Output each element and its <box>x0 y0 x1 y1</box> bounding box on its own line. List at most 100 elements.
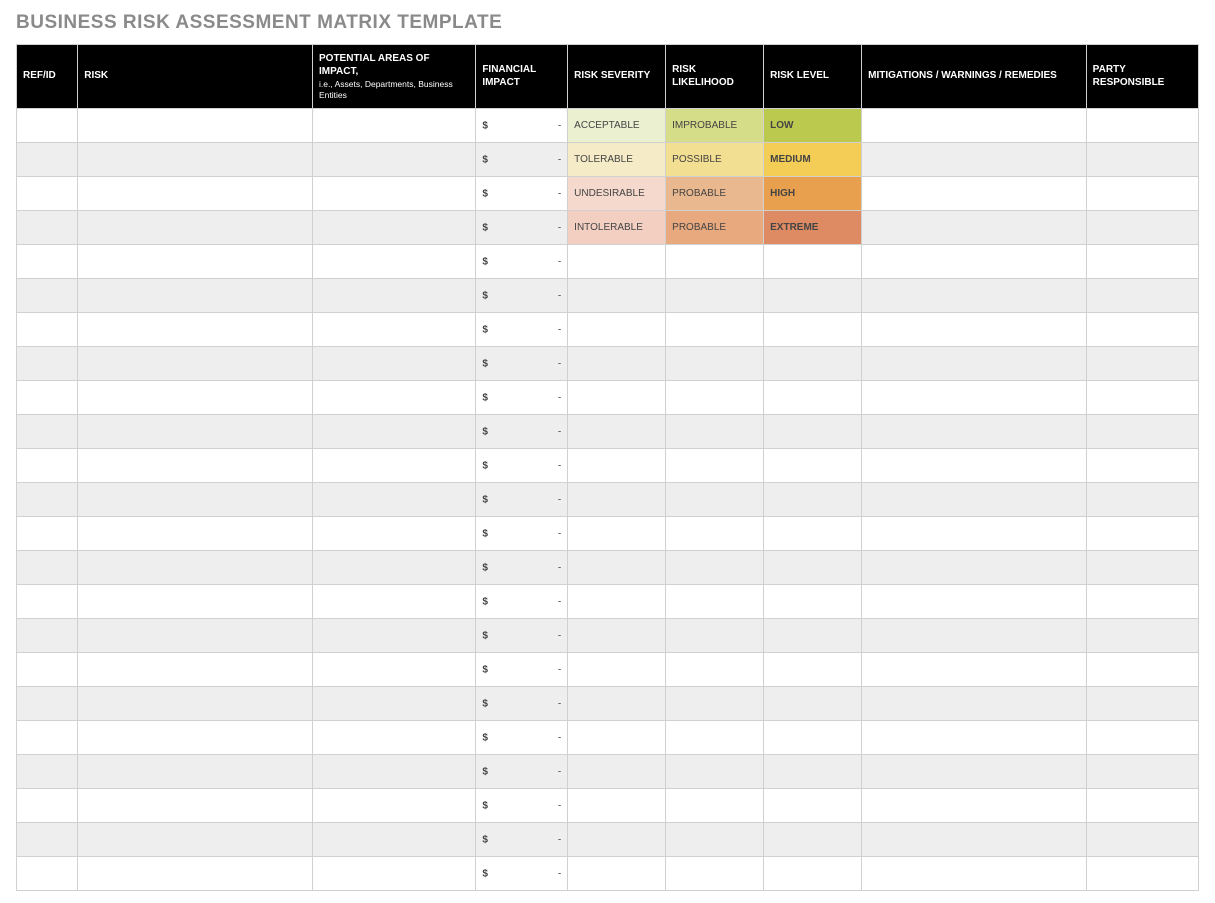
cell-risk[interactable] <box>78 551 313 585</box>
cell-financial[interactable]: $- <box>476 313 568 347</box>
cell-ref[interactable] <box>17 755 78 789</box>
cell-severity[interactable] <box>568 857 666 891</box>
cell-likelihood[interactable] <box>666 857 764 891</box>
cell-risk[interactable] <box>78 619 313 653</box>
cell-impact-area[interactable] <box>313 517 476 551</box>
cell-mitigations[interactable] <box>862 551 1087 585</box>
cell-mitigations[interactable] <box>862 109 1087 143</box>
cell-mitigations[interactable] <box>862 415 1087 449</box>
cell-likelihood[interactable] <box>666 313 764 347</box>
cell-risk[interactable] <box>78 381 313 415</box>
cell-level[interactable] <box>764 313 862 347</box>
cell-impact-area[interactable] <box>313 619 476 653</box>
cell-impact-area[interactable] <box>313 449 476 483</box>
cell-party[interactable] <box>1086 653 1198 687</box>
cell-level[interactable] <box>764 517 862 551</box>
cell-ref[interactable] <box>17 721 78 755</box>
cell-mitigations[interactable] <box>862 585 1087 619</box>
cell-mitigations[interactable] <box>862 381 1087 415</box>
cell-level[interactable] <box>764 483 862 517</box>
cell-ref[interactable] <box>17 211 78 245</box>
cell-financial[interactable]: $- <box>476 415 568 449</box>
cell-severity[interactable] <box>568 517 666 551</box>
cell-risk[interactable] <box>78 245 313 279</box>
cell-impact-area[interactable] <box>313 143 476 177</box>
cell-likelihood[interactable] <box>666 823 764 857</box>
cell-likelihood[interactable] <box>666 721 764 755</box>
cell-severity[interactable] <box>568 653 666 687</box>
cell-party[interactable] <box>1086 483 1198 517</box>
cell-severity[interactable]: UNDESIRABLE <box>568 177 666 211</box>
cell-severity[interactable] <box>568 823 666 857</box>
cell-impact-area[interactable] <box>313 857 476 891</box>
cell-ref[interactable] <box>17 381 78 415</box>
cell-party[interactable] <box>1086 687 1198 721</box>
cell-mitigations[interactable] <box>862 483 1087 517</box>
cell-likelihood[interactable]: PROBABLE <box>666 211 764 245</box>
cell-level[interactable] <box>764 381 862 415</box>
cell-mitigations[interactable] <box>862 449 1087 483</box>
cell-impact-area[interactable] <box>313 109 476 143</box>
cell-party[interactable] <box>1086 755 1198 789</box>
cell-likelihood[interactable] <box>666 789 764 823</box>
cell-level[interactable] <box>764 279 862 313</box>
cell-likelihood[interactable] <box>666 585 764 619</box>
cell-ref[interactable] <box>17 551 78 585</box>
cell-ref[interactable] <box>17 143 78 177</box>
cell-risk[interactable] <box>78 585 313 619</box>
cell-severity[interactable] <box>568 483 666 517</box>
cell-financial[interactable]: $- <box>476 279 568 313</box>
cell-risk[interactable] <box>78 653 313 687</box>
cell-party[interactable] <box>1086 143 1198 177</box>
cell-level[interactable]: HIGH <box>764 177 862 211</box>
cell-party[interactable] <box>1086 347 1198 381</box>
cell-severity[interactable] <box>568 347 666 381</box>
cell-level[interactable] <box>764 551 862 585</box>
cell-impact-area[interactable] <box>313 585 476 619</box>
cell-mitigations[interactable] <box>862 721 1087 755</box>
cell-party[interactable] <box>1086 211 1198 245</box>
cell-risk[interactable] <box>78 415 313 449</box>
cell-likelihood[interactable] <box>666 687 764 721</box>
cell-ref[interactable] <box>17 619 78 653</box>
cell-level[interactable]: MEDIUM <box>764 143 862 177</box>
cell-financial[interactable]: $- <box>476 789 568 823</box>
cell-ref[interactable] <box>17 313 78 347</box>
cell-mitigations[interactable] <box>862 823 1087 857</box>
cell-financial[interactable]: $- <box>476 143 568 177</box>
cell-mitigations[interactable] <box>862 279 1087 313</box>
cell-financial[interactable]: $- <box>476 449 568 483</box>
cell-risk[interactable] <box>78 313 313 347</box>
cell-mitigations[interactable] <box>862 653 1087 687</box>
cell-mitigations[interactable] <box>862 211 1087 245</box>
cell-likelihood[interactable]: IMPROBABLE <box>666 109 764 143</box>
cell-party[interactable] <box>1086 857 1198 891</box>
cell-risk[interactable] <box>78 789 313 823</box>
cell-ref[interactable] <box>17 415 78 449</box>
cell-likelihood[interactable] <box>666 279 764 313</box>
cell-ref[interactable] <box>17 687 78 721</box>
cell-level[interactable] <box>764 857 862 891</box>
cell-severity[interactable] <box>568 245 666 279</box>
cell-level[interactable] <box>764 687 862 721</box>
cell-financial[interactable]: $- <box>476 177 568 211</box>
cell-severity[interactable]: ACCEPTABLE <box>568 109 666 143</box>
cell-party[interactable] <box>1086 245 1198 279</box>
cell-level[interactable] <box>764 245 862 279</box>
cell-financial[interactable]: $- <box>476 211 568 245</box>
cell-mitigations[interactable] <box>862 517 1087 551</box>
cell-ref[interactable] <box>17 347 78 381</box>
cell-ref[interactable] <box>17 109 78 143</box>
cell-financial[interactable]: $- <box>476 381 568 415</box>
cell-risk[interactable] <box>78 483 313 517</box>
cell-mitigations[interactable] <box>862 619 1087 653</box>
cell-mitigations[interactable] <box>862 245 1087 279</box>
cell-impact-area[interactable] <box>313 755 476 789</box>
cell-ref[interactable] <box>17 789 78 823</box>
cell-risk[interactable] <box>78 177 313 211</box>
cell-level[interactable]: EXTREME <box>764 211 862 245</box>
cell-likelihood[interactable] <box>666 483 764 517</box>
cell-likelihood[interactable] <box>666 245 764 279</box>
cell-level[interactable] <box>764 347 862 381</box>
cell-likelihood[interactable] <box>666 517 764 551</box>
